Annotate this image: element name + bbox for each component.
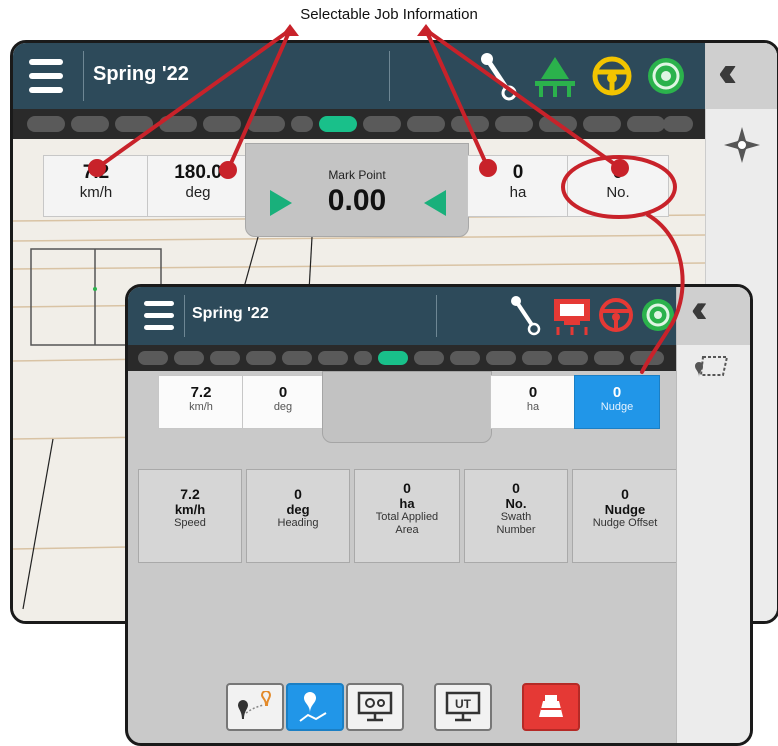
callout-overlay <box>88 24 685 374</box>
